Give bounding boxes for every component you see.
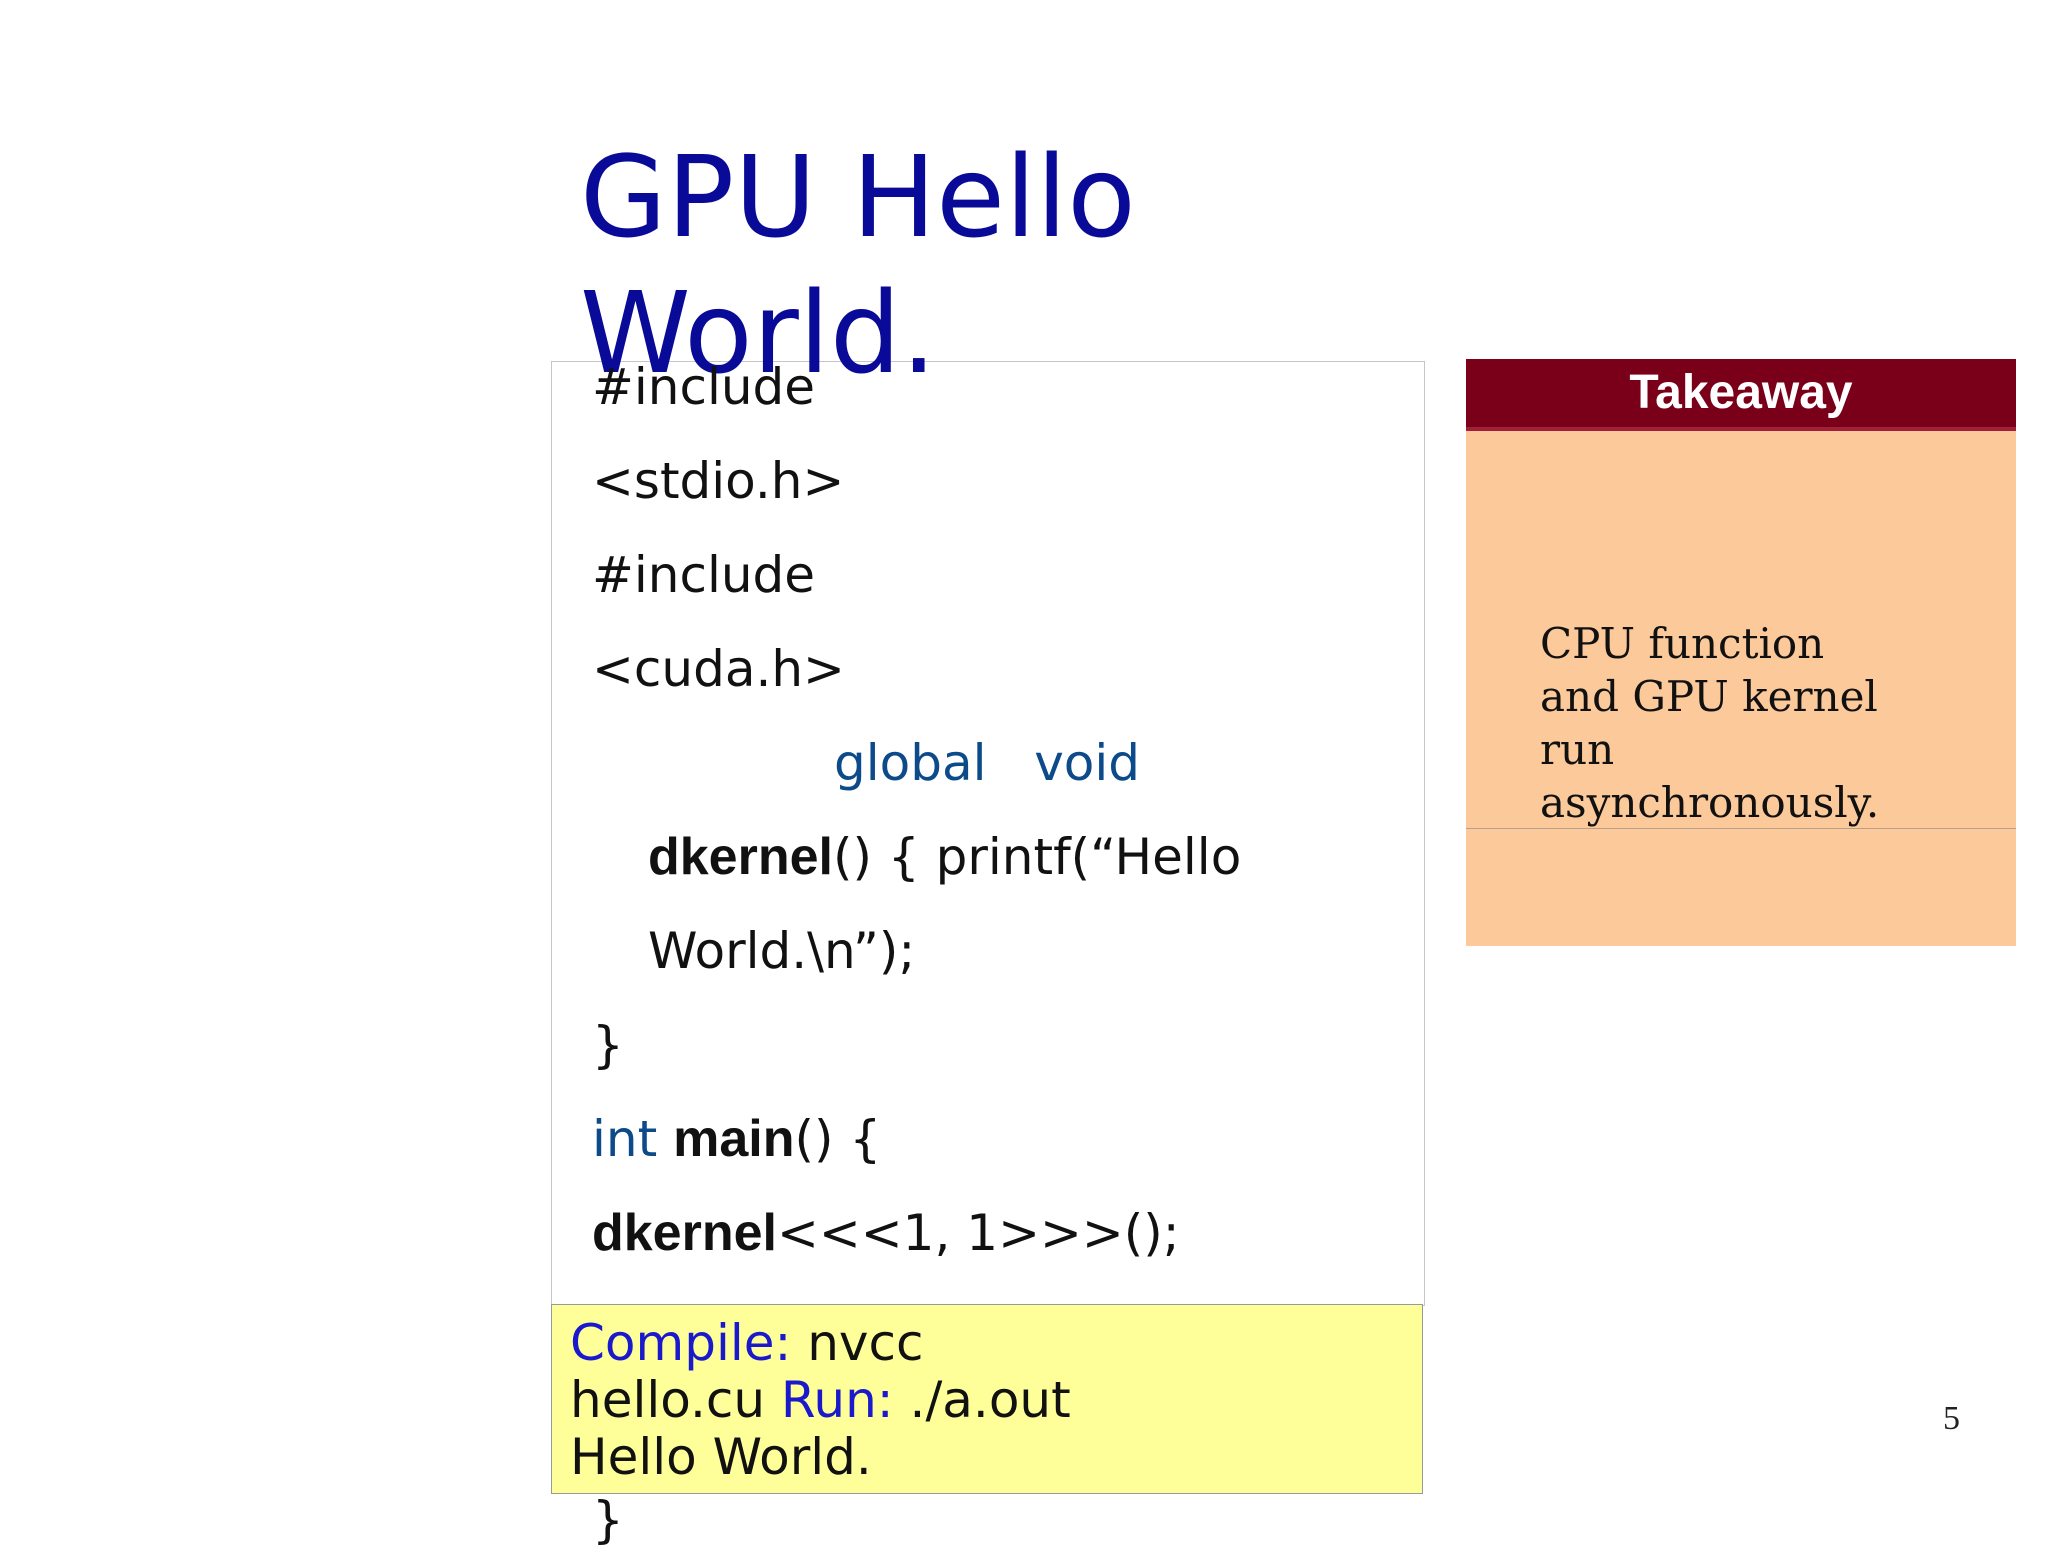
main-name: main bbox=[673, 1110, 795, 1168]
code-kernel-cont: World.\n”); bbox=[648, 922, 916, 980]
takeaway-text: CPU function and GPU kernel run asynchro… bbox=[1540, 619, 1880, 827]
int-keyword: int bbox=[592, 1110, 658, 1168]
program-output: Hello World. bbox=[570, 1428, 872, 1486]
code-close-brace: } bbox=[592, 1016, 624, 1074]
takeaway-header: Takeaway bbox=[1466, 359, 2016, 427]
launch-name: dkernel bbox=[592, 1204, 777, 1262]
kernel-name: dkernel bbox=[648, 828, 833, 886]
compile-run-box: Compile: nvcc hello.cu Run: ./a.out Hell… bbox=[551, 1304, 1423, 1494]
code-kernel-def: dkernel() { printf(“Hello bbox=[648, 828, 1242, 886]
void-keyword: void bbox=[1034, 734, 1140, 792]
code-final-brace: } bbox=[592, 1491, 624, 1549]
compile-label: Compile: bbox=[570, 1314, 792, 1372]
code-include-cuda: #include bbox=[592, 546, 816, 604]
code-include-stdio: #include bbox=[592, 358, 816, 416]
global-keyword: global bbox=[834, 734, 987, 792]
code-main-def: int main() { bbox=[592, 1110, 882, 1168]
code-cuda-header: <cuda.h> bbox=[592, 640, 845, 698]
run-label: Run: bbox=[780, 1371, 894, 1429]
code-kernel-launch: dkernel<<<1, 1>>>(); bbox=[592, 1204, 1180, 1262]
page-number: 5 bbox=[1943, 1400, 1960, 1437]
run-line: hello.cu Run: ./a.out bbox=[570, 1371, 1071, 1429]
compile-line: Compile: nvcc bbox=[570, 1314, 924, 1372]
code-global-void: global void bbox=[834, 733, 1140, 793]
code-stdio-header: <stdio.h> bbox=[592, 452, 845, 510]
